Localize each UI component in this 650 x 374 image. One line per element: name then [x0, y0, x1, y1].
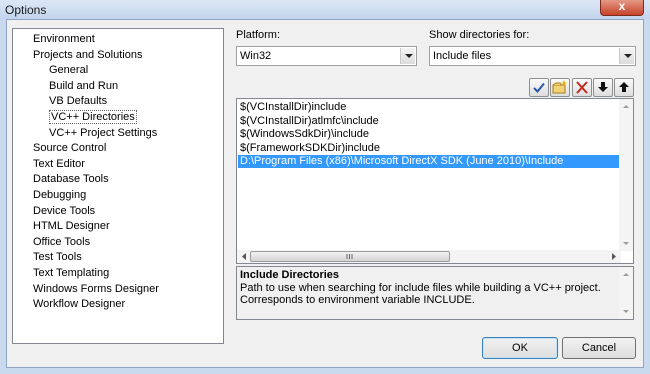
tree-item[interactable]: Debugging	[33, 188, 86, 203]
ok-button[interactable]: OK	[482, 337, 558, 359]
directory-row[interactable]: $(VCInstallDir)include	[238, 101, 619, 114]
vertical-scrollbar[interactable]	[619, 99, 633, 251]
tree-item-label: Workflow Designer	[33, 298, 126, 311]
chevron-down-icon[interactable]	[400, 48, 415, 64]
scroll-up-icon[interactable]	[619, 268, 633, 280]
show-directories-value: Include files	[433, 50, 492, 62]
directories-list[interactable]: $(VCInstallDir)include $(VCInstallDir)atl…	[236, 98, 634, 264]
show-directories-label: Show directories for:	[429, 29, 530, 41]
tree-item[interactable]: Windows Forms Designer	[33, 282, 159, 297]
tree-item[interactable]: Device Tools	[33, 204, 95, 219]
tree-item-label: VC++ Directories	[49, 110, 137, 124]
dialog-body: Environment Projects and Solutions General…	[6, 19, 644, 368]
title-bar: Options x	[0, 0, 650, 19]
move-down-button[interactable]	[593, 78, 613, 97]
scroll-down-icon[interactable]	[619, 238, 633, 250]
tree-item[interactable]: Source Control	[33, 141, 106, 156]
check-button[interactable]	[529, 78, 549, 97]
platform-value: Win32	[240, 50, 272, 62]
delete-button[interactable]	[572, 78, 592, 97]
tree-item-label: Device Tools	[33, 204, 96, 217]
window-title: Options	[5, 3, 47, 17]
tree-item[interactable]: Projects and Solutions	[33, 48, 142, 63]
description-title: Include Directories	[240, 269, 340, 281]
tree-item-label: HTML Designer	[33, 220, 110, 233]
platform-label: Platform:	[236, 29, 281, 41]
options-tree: Environment Projects and Solutions General…	[12, 28, 224, 344]
tree-item[interactable]: General	[49, 63, 88, 78]
tree-item-label: Source Control	[33, 142, 107, 155]
tree-item[interactable]: Workflow Designer	[33, 297, 125, 312]
description-text: Path to use when searching for include f…	[240, 282, 601, 306]
tree-item-label: Text Templating	[33, 267, 110, 279]
scrollbar-thumb[interactable]	[250, 251, 450, 262]
tree-item-label: Test Tools	[33, 251, 82, 264]
tree-item-label: VC++ Project Settings	[49, 126, 158, 139]
tree-item-label: Office Tools	[33, 235, 91, 248]
tree-item[interactable]: Text Templating	[33, 266, 109, 281]
tree-item-label: General	[49, 64, 89, 77]
scroll-right-icon[interactable]	[608, 250, 620, 263]
move-down-icon	[598, 82, 608, 92]
tree-item-label: Text Editor	[33, 157, 85, 170]
tree-item[interactable]: VC++ Directories	[49, 110, 137, 125]
description-panel: Include Directories Path to use when sea…	[236, 266, 634, 320]
scroll-left-icon[interactable]	[238, 250, 250, 263]
tree-item-label: Build and Run	[49, 79, 119, 92]
description-scrollbar[interactable]	[619, 267, 633, 319]
tree-item-label: Debugging	[33, 189, 87, 201]
tree-item[interactable]: VB Defaults	[49, 94, 107, 109]
tree-item[interactable]: Build and Run	[49, 79, 118, 94]
scroll-down-icon[interactable]	[619, 306, 633, 318]
tree-item-label: Database Tools	[33, 173, 109, 186]
platform-select[interactable]: Win32	[236, 46, 417, 66]
close-icon: x	[618, 0, 626, 13]
chevron-down-icon[interactable]	[619, 48, 634, 64]
tree-item[interactable]: Environment	[33, 32, 95, 47]
grip-icon	[346, 254, 353, 259]
scroll-up-icon[interactable]	[619, 100, 633, 112]
tree-item[interactable]: Test Tools	[33, 250, 82, 265]
tree-item-label: Projects and Solutions	[33, 48, 143, 61]
tree-item-label: VB Defaults	[49, 95, 108, 108]
new-line-button[interactable]	[550, 78, 570, 97]
cancel-button[interactable]: Cancel	[562, 337, 636, 359]
show-directories-select[interactable]: Include files	[429, 46, 636, 66]
move-up-icon	[619, 82, 629, 92]
directory-row[interactable]: D:\Program Files (x86)\Microsoft DirectX…	[238, 155, 619, 169]
tree-item[interactable]: Text Editor	[33, 157, 85, 172]
move-up-button[interactable]	[614, 78, 634, 97]
directory-row[interactable]: $(VCInstallDir)atlmfc\include	[238, 115, 619, 128]
delete-icon	[576, 81, 588, 94]
directory-row[interactable]: $(FrameworkSDKDir)include	[238, 142, 619, 155]
checkmark-icon	[533, 82, 545, 93]
close-button[interactable]: x	[600, 0, 644, 16]
horizontal-scrollbar[interactable]	[237, 250, 621, 263]
new-folder-icon	[552, 80, 568, 94]
directory-row[interactable]: $(WindowsSdkDir)\include	[238, 128, 619, 141]
tree-item[interactable]: Database Tools	[33, 172, 109, 187]
tree-item-label: Environment	[33, 33, 95, 45]
tree-item[interactable]: VC++ Project Settings	[49, 126, 157, 141]
tree-item[interactable]: HTML Designer	[33, 219, 110, 234]
tree-item[interactable]: Office Tools	[33, 235, 90, 250]
tree-item-label: Windows Forms Designer	[33, 282, 159, 295]
